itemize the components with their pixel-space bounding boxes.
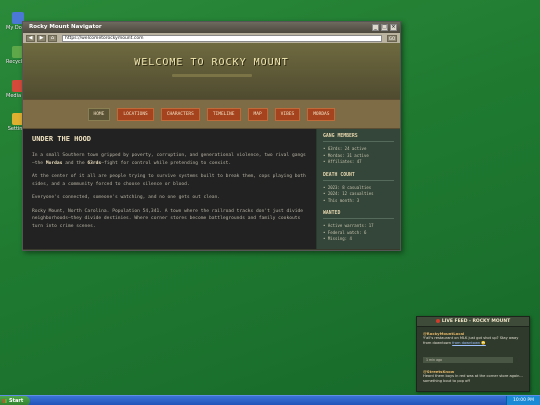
minimize-button[interactable]: _	[372, 24, 379, 31]
back-button[interactable]: ◀	[26, 34, 35, 42]
start-button[interactable]: Start	[0, 396, 30, 405]
nav-item-vibes[interactable]: VIBES	[274, 107, 301, 121]
paragraph-3: Everyone's connected, someone's watching…	[32, 195, 221, 200]
gang-members-list: • 63rds: 24 active • Mordas: 31 active • A…	[323, 146, 394, 166]
feed-text: Y'all's restaurant on MLK just got shot …	[423, 336, 519, 345]
home-button[interactable]: ⌂	[48, 34, 57, 42]
paragraph-4: Rocky Mount, North Carolina. Population …	[32, 208, 304, 229]
nav-item-timeline[interactable]: TIMELINE	[206, 107, 241, 121]
start-label: Start	[9, 398, 24, 404]
gang-members-heading: GANG MEMBERS	[323, 134, 394, 142]
taskbar: Start 10:00 PM	[0, 395, 540, 405]
url-input[interactable]: https://welcometorockymount.com	[62, 34, 382, 42]
go-button[interactable]: GO	[387, 34, 397, 42]
feed-text: Heard them boys in red was at the corner…	[423, 374, 523, 383]
live-dot-icon	[435, 318, 440, 323]
windows-logo-icon	[3, 399, 7, 403]
feed-link[interactable]: from downtown 🙄	[452, 341, 486, 345]
mordas-highlight: Mordas	[45, 160, 63, 166]
title-underline	[171, 74, 252, 77]
nav-item-map[interactable]: MAP	[247, 107, 268, 121]
live-feed-header: LIVE FEED - ROCKY MOUNT	[417, 317, 529, 327]
site-header: WELCOME TO ROCKY MOUNT	[23, 43, 400, 99]
nav-item-characters[interactable]: CHARACTERS	[160, 107, 200, 121]
nav-item-locations[interactable]: LOCATIONS	[117, 107, 154, 121]
section-heading: UNDER THE HOOD	[32, 135, 92, 143]
death-count-list: • 2023: 8 casualties • 2024: 12 casualtie…	[323, 185, 394, 205]
gang-stat-item: • Affiliates: 47	[323, 159, 362, 164]
sidebar: GANG MEMBERS • 63rds: 24 active • Mordas:…	[316, 129, 400, 249]
live-feed-widget: LIVE FEED - ROCKY MOUNT @RockyMountLocal…	[416, 316, 530, 401]
paragraph-2: At the center of it all are people tryin…	[32, 174, 306, 187]
feed-post[interactable]: @RockyMountLocal Y'all's restaurant on ML…	[423, 331, 523, 365]
main-content: UNDER THE HOOD In a small Southern town …	[23, 129, 316, 249]
window-title: Rocky Mount Navigator	[29, 24, 102, 30]
web-page: WELCOME TO ROCKY MOUNT HOME LOCATIONS CHAR…	[23, 43, 400, 250]
close-button[interactable]: ×	[390, 24, 397, 31]
nav-item-mordas[interactable]: MORDAS	[307, 107, 336, 121]
wanted-stat-item: • Missing: 4	[323, 236, 352, 241]
site-title: WELCOME TO ROCKY MOUNT	[134, 57, 289, 68]
system-clock: 10:00 PM	[506, 396, 540, 405]
intro-paragraph: In a small Southern town gripped by pove…	[32, 153, 306, 166]
death-count-heading: DEATH COUNT	[323, 173, 394, 181]
browser-toolbar: ◀ ▶ ⌂ https://welcometorockymount.com GO	[23, 33, 400, 43]
forward-button[interactable]: ▶	[37, 34, 46, 42]
wanted-list: • Active warrants: 17 • Federal watch: 6 •…	[323, 223, 394, 243]
live-feed-title: LIVE FEED - ROCKY MOUNT	[441, 319, 511, 324]
feed-timestamp: 1 min ago	[423, 357, 513, 363]
site-nav: HOME LOCATIONS CHARACTERS TIMELINE MAP VIBES M…	[23, 99, 400, 129]
wanted-heading: WANTED	[323, 211, 394, 219]
death-stat-item: • This month: 3	[323, 197, 360, 203]
63rds-highlight: 63rds	[87, 160, 102, 166]
nav-item-home[interactable]: HOME	[87, 107, 111, 121]
browser-window: Rocky Mount Navigator _ □ × ◀ ▶ ⌂ https:…	[22, 21, 401, 251]
title-bar[interactable]: Rocky Mount Navigator _ □ ×	[23, 22, 400, 33]
maximize-button[interactable]: □	[381, 24, 388, 31]
